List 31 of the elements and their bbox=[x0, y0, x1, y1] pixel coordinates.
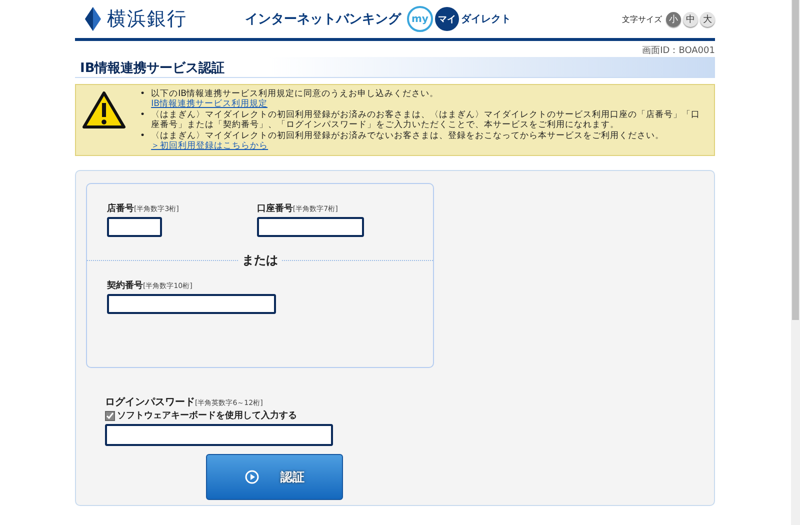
or-label: または bbox=[241, 252, 279, 268]
font-size-button[interactable]: 中 bbox=[683, 12, 698, 26]
scrollbar[interactable] bbox=[791, 0, 800, 525]
notice-text: 〈はまぎん〉マイダイレクトの初回利用登録がお済みのお客さまは、〈はまぎん〉マイダイレクトのサービス利用口座の「店番号」「口座番号」または「契約番号」、「ログインパスワード」をご入力いただくことで、本サービスをご利用になれます。 bbox=[151, 110, 702, 130]
notice-link[interactable]: IB情報連携サービス利用規定 bbox=[151, 99, 268, 110]
bank-name: 横浜銀行 bbox=[107, 7, 187, 32]
input-field[interactable] bbox=[256, 217, 364, 237]
bullet: • bbox=[140, 89, 146, 101]
logo-badge: my bbox=[407, 6, 433, 32]
service-name: インターネットバンキング bbox=[245, 11, 401, 28]
checkbox[interactable] bbox=[105, 410, 115, 420]
checkbox-label: ソフトウェアキーボードを使用して入力する bbox=[117, 409, 297, 422]
input-field[interactable] bbox=[107, 217, 162, 237]
logo-text: ダイレクト bbox=[461, 12, 511, 26]
logo-badge: マイ bbox=[435, 7, 459, 31]
password-field[interactable] bbox=[105, 424, 333, 446]
bullet: • bbox=[140, 110, 146, 122]
notice-link[interactable]: ＞初回利用登録はこちらから bbox=[151, 141, 268, 152]
bullet: • bbox=[140, 130, 146, 143]
screen-id: 画面ID：BOA001 bbox=[641, 45, 715, 57]
input-field[interactable] bbox=[107, 294, 276, 314]
font-size-button[interactable]: 小 bbox=[666, 12, 681, 26]
page-title: IB情報連携サービス認証 bbox=[75, 57, 715, 78]
warning-icon bbox=[82, 91, 126, 129]
notice-text: 以下のIB情報連携サービス利用規定に同意のうえお申し込みください。 bbox=[151, 89, 439, 99]
notice-text: 〈はまぎん〉マイダイレクトの初回利用登録がお済みでないお客さまは、登録をおこなってから本サービスをご利用ください。 bbox=[151, 130, 664, 141]
sail-logo-icon bbox=[85, 7, 101, 31]
submit-button[interactable]: 認証 bbox=[206, 454, 343, 500]
play-icon bbox=[244, 470, 258, 484]
font-size-label: 文字サイズ bbox=[622, 14, 662, 24]
font-size-button[interactable]: 大 bbox=[700, 12, 715, 26]
